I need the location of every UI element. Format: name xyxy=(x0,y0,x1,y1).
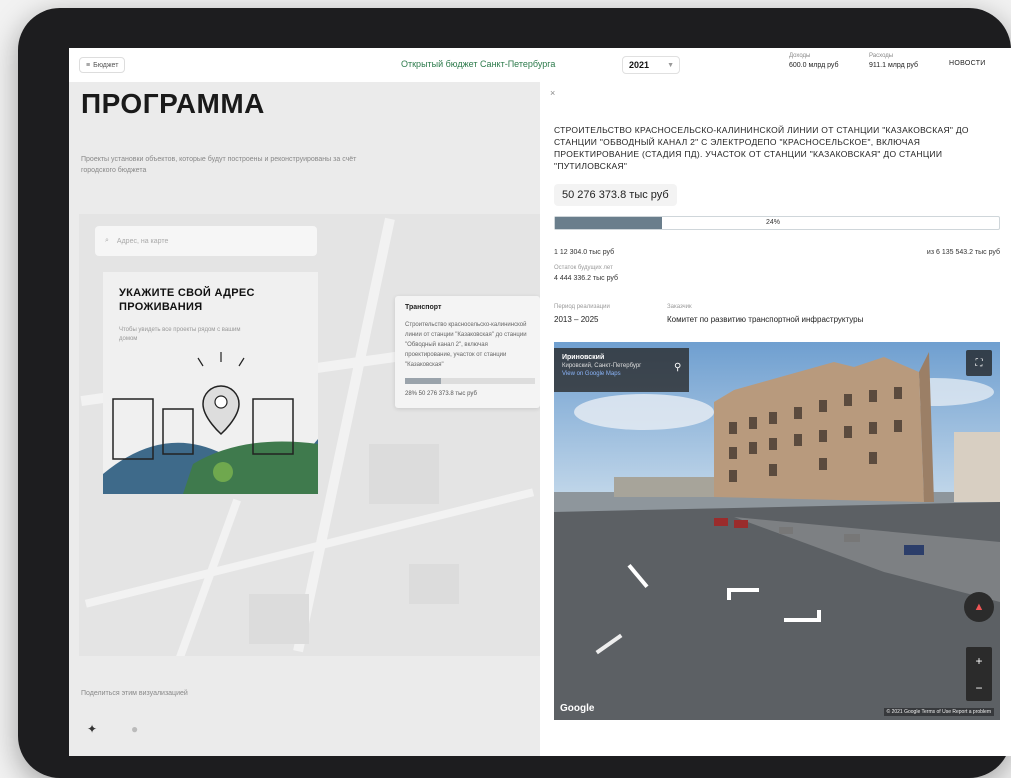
map-block xyxy=(249,594,309,644)
income-label: Доходы xyxy=(789,53,811,59)
street-view-info: Ириновский Кировский, Санкт-Петербург Vi… xyxy=(554,348,689,392)
customer-value: Комитет по развитию транспортной инфраст… xyxy=(667,315,864,324)
popup-text: Строительство красносельско-калининской … xyxy=(405,322,527,368)
google-logo: Google xyxy=(560,703,595,714)
street-view-place: Ириновский xyxy=(562,354,605,361)
address-card-text: Чтобы увидеть все проекты рядом с вашим … xyxy=(119,327,241,342)
income-stat: Доходы 600.0 млрд руб xyxy=(789,53,839,69)
project-popup[interactable]: Транспорт Строительство красносельско-ка… xyxy=(395,296,540,408)
map-pin-icon: ⚲ xyxy=(674,362,682,373)
period-label: Период реализации xyxy=(554,304,610,310)
total-amount: из 6 135 543.2 тыс руб xyxy=(926,249,1000,256)
street-view-terms[interactable]: © 2021 Google Terms of Use Report a prob… xyxy=(883,708,994,716)
compass-icon[interactable]: ▲ xyxy=(964,592,994,622)
zoom-in-button[interactable]: + xyxy=(975,654,982,668)
progress-fill xyxy=(555,217,662,229)
top-bar: ≡ Бюджет Открытый бюджет Санкт-Петербург… xyxy=(69,48,1011,82)
menu-icon: ≡ xyxy=(86,61,91,69)
project-progress-bar: 24% xyxy=(554,216,1000,230)
zoom-control: + − xyxy=(966,647,992,701)
project-detail-panel: × СТРОИТЕЛЬСТВО КРАСНОСЕЛЬСКО-КАЛИНИНСКО… xyxy=(540,82,1011,756)
share-icon[interactable]: ● xyxy=(131,722,138,736)
back-button-label: Бюджет xyxy=(93,61,119,69)
city-illustration xyxy=(103,352,318,494)
popup-progress xyxy=(405,378,535,384)
remaining-value: 4 444 336.2 тыс руб xyxy=(554,275,619,282)
page-description: Проекты установки объектов, которые буду… xyxy=(81,156,357,174)
expense-label: Расходы xyxy=(869,53,894,59)
period-value: 2013 – 2025 xyxy=(554,315,599,324)
customer-label: Заказчик xyxy=(667,304,692,310)
income-value: 600.0 млрд руб xyxy=(789,62,839,69)
vk-icon[interactable]: ✦ xyxy=(87,722,97,736)
year-select[interactable]: 2021 ▼ xyxy=(622,56,680,74)
address-search-input[interactable]: ⌕ Адрес, на карте xyxy=(95,226,317,256)
share-label: Поделиться этим визуализацией xyxy=(81,690,188,697)
popup-amount: 28% 50 276 373.8 тыс руб xyxy=(405,391,477,397)
remaining-label: Остаток будущих лет xyxy=(554,265,613,271)
news-link[interactable]: НОВОСТИ xyxy=(949,60,986,67)
popup-progress-fill xyxy=(405,378,442,384)
fullscreen-icon[interactable]: ⛶ xyxy=(966,350,992,376)
search-placeholder: Адрес, на карте xyxy=(116,237,169,245)
map-block xyxy=(409,564,459,604)
zoom-out-button[interactable]: − xyxy=(975,681,982,695)
close-icon[interactable]: × xyxy=(550,88,555,98)
popup-title: Транспорт xyxy=(405,304,442,311)
view-on-maps-link[interactable]: View on Google Maps xyxy=(562,371,681,377)
project-amount: 50 276 373.8 тыс руб xyxy=(554,184,677,206)
spent-amount: 1 12 304.0 тыс руб xyxy=(554,249,615,256)
address-prompt-card[interactable]: УКАЖИТЕ СВОЙ АДРЕС ПРОЖИВАНИЯ Чтобы увид… xyxy=(103,272,318,494)
chevron-down-icon: ▼ xyxy=(667,61,674,69)
search-icon: ⌕ xyxy=(105,237,109,244)
year-value: 2021 xyxy=(629,60,650,70)
app-screen: ≡ Бюджет Открытый бюджет Санкт-Петербург… xyxy=(69,48,1011,756)
site-title[interactable]: Открытый бюджет Санкт-Петербурга xyxy=(401,59,555,69)
expense-stat: Расходы 911.1 млрд руб xyxy=(869,53,918,69)
tablet-frame: ≡ Бюджет Открытый бюджет Санкт-Петербург… xyxy=(18,8,1011,778)
progress-percent: 24% xyxy=(766,219,781,226)
program-pane: ПРОГРАММА Проекты установки объектов, ко… xyxy=(69,82,540,756)
street-view[interactable]: Ириновский Кировский, Санкт-Петербург Vi… xyxy=(554,342,1000,720)
back-button[interactable]: ≡ Бюджет xyxy=(79,57,126,73)
street-view-address: Кировский, Санкт-Петербург xyxy=(562,363,642,369)
page-title: ПРОГРАММА xyxy=(81,88,265,119)
program-map[interactable]: ⌕ Адрес, на карте УКАЖИТЕ СВОЙ АДРЕС ПРО… xyxy=(79,214,540,656)
project-title: СТРОИТЕЛЬСТВО КРАСНОСЕЛЬСКО-КАЛИНИНСКОЙ … xyxy=(554,125,969,171)
address-card-title: УКАЖИТЕ СВОЙ АДРЕС ПРОЖИВАНИЯ xyxy=(119,287,255,313)
expense-value: 911.1 млрд руб xyxy=(869,62,919,69)
street-view-image xyxy=(554,342,1000,720)
map-block xyxy=(369,444,439,504)
